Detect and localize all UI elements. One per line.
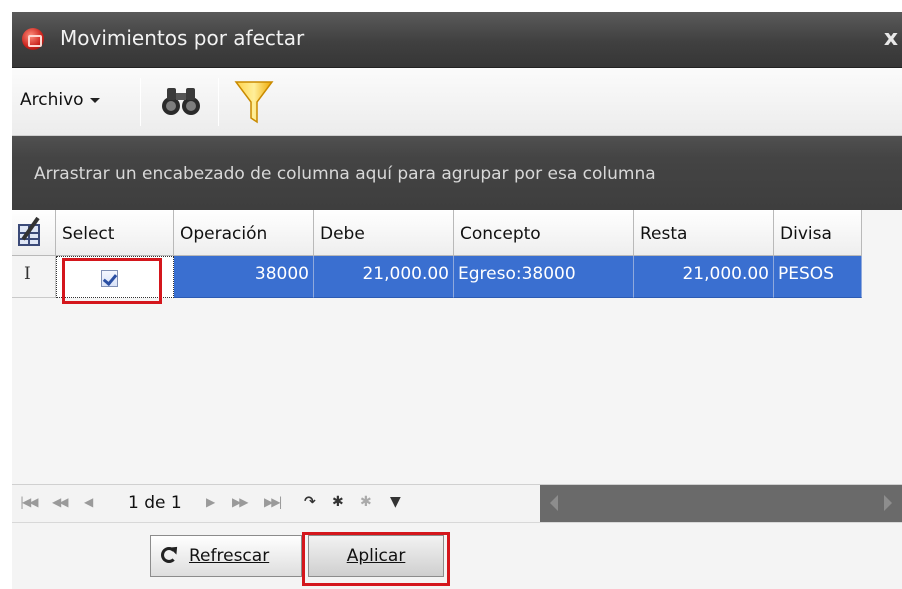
horizontal-scrollbar[interactable] xyxy=(540,485,902,523)
refrescar-button[interactable]: Refrescar xyxy=(150,535,302,577)
archivo-label: Archivo xyxy=(20,90,84,110)
delete-record-icon[interactable]: ✱ xyxy=(360,494,372,510)
data-grid: Select Operación Debe Concepto Resta Div… xyxy=(12,210,902,484)
button-bar: Refrescar Aplicar xyxy=(12,522,902,589)
archivo-menu[interactable]: Archivo xyxy=(20,90,100,110)
cell-resta[interactable]: 21,000.00 xyxy=(634,256,774,298)
group-by-panel[interactable]: Arrastrar un encabezado de columna aquí … xyxy=(12,136,902,210)
close-button[interactable]: x xyxy=(880,26,902,52)
column-header-divisa[interactable]: Divisa xyxy=(774,210,862,256)
scroll-left-icon[interactable] xyxy=(550,495,558,511)
previous-page-icon[interactable]: ◀◀ xyxy=(52,495,69,509)
refrescar-label: Refrescar xyxy=(189,546,270,566)
binoculars-icon[interactable] xyxy=(160,84,202,118)
column-chooser-icon xyxy=(18,216,48,248)
column-header-resta[interactable]: Resta xyxy=(634,210,774,256)
cell-divisa[interactable]: PESOS xyxy=(774,256,862,298)
filter-row-icon[interactable]: ▼ xyxy=(390,494,401,510)
column-chooser-button[interactable] xyxy=(12,210,56,256)
toolbar: Archivo xyxy=(12,68,902,136)
highlight-box-aplicar xyxy=(302,532,450,586)
next-page-icon[interactable]: ▶▶ xyxy=(232,495,249,509)
scroll-right-icon[interactable] xyxy=(884,495,892,511)
filter-funnel-icon[interactable] xyxy=(234,78,274,126)
cell-concepto[interactable]: Egreso:38000 xyxy=(454,256,634,298)
column-header-operacion[interactable]: Operación xyxy=(174,210,314,256)
first-page-icon[interactable]: |◀◀ xyxy=(20,495,38,509)
toolbar-separator xyxy=(140,78,141,126)
cell-debe[interactable]: 21,000.00 xyxy=(314,256,454,298)
refresh-data-icon[interactable]: ↷ xyxy=(304,494,316,510)
column-header-concepto[interactable]: Concepto xyxy=(454,210,634,256)
cell-operacion[interactable]: 38000 xyxy=(174,256,314,298)
previous-record-icon[interactable]: ◀ xyxy=(84,495,93,509)
column-header-debe[interactable]: Debe xyxy=(314,210,454,256)
row-indicator: I xyxy=(12,256,56,298)
next-record-icon[interactable]: ▶ xyxy=(206,495,215,509)
toolbar-separator xyxy=(218,78,219,126)
title-bar: Movimientos por afectar x xyxy=(12,12,902,68)
window-title: Movimientos por afectar xyxy=(60,26,305,50)
last-page-icon[interactable]: ▶▶| xyxy=(264,495,282,509)
record-navigator: |◀◀ ◀◀ ◀ 1 de 1 ▶ ▶▶ ▶▶| ↷ ✱ ✱ ▼ xyxy=(12,484,902,523)
highlight-box-select xyxy=(62,258,162,304)
insert-record-icon[interactable]: ✱ xyxy=(332,494,344,510)
refresh-icon xyxy=(161,547,177,563)
chevron-down-icon xyxy=(89,97,100,103)
app-icon xyxy=(22,28,44,50)
group-by-hint: Arrastrar un encabezado de columna aquí … xyxy=(34,164,656,184)
grid-header: Select Operación Debe Concepto Resta Div… xyxy=(12,210,862,256)
page-position: 1 de 1 xyxy=(128,493,182,513)
column-header-select[interactable]: Select xyxy=(56,210,174,256)
